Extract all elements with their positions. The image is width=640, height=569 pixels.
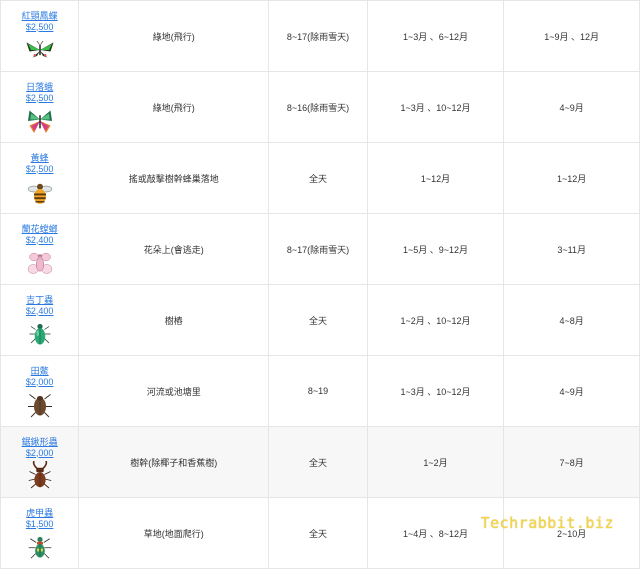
tiger-beetle-icon xyxy=(28,536,51,559)
south-months-cell: 4~8月 xyxy=(503,284,640,356)
table-row: 鋸鍬形蟲 $2,000 樹幹(除椰子和香蕉樹) 全天 1~2月 7~8月 xyxy=(0,426,640,498)
location-cell: 草地(地面爬行) xyxy=(78,497,270,569)
bug-price-link[interactable]: $2,400 xyxy=(1,306,78,317)
table-row: 黃蜂 $2,500 搖或敲擊樹幹蜂巢落地 全天 1~12月 1~12月 xyxy=(0,142,640,214)
location-cell: 花朵上(會逃走) xyxy=(78,213,270,285)
time-cell: 8~17(除雨雪天) xyxy=(268,213,368,285)
time-cell: 8~17(除雨雪天) xyxy=(268,0,368,72)
table-row: 日落蛾 $2,500 綠地(飛行) 8~16(除雨雪天) 1~3月 、10~12… xyxy=(0,71,640,143)
bug-name-link[interactable]: 蘭花螳螂 xyxy=(1,223,78,235)
bug-name-cell: 吉丁蟲 $2,400 xyxy=(0,284,80,356)
bug-price-link[interactable]: $2,000 xyxy=(1,448,78,459)
bug-name-link[interactable]: 田鱉 xyxy=(1,365,78,377)
north-months-cell: 1~5月 、9~12月 xyxy=(366,213,505,285)
bug-name-cell: 黃蜂 $2,500 xyxy=(0,142,80,214)
south-months-cell: 7~8月 xyxy=(503,426,640,498)
bug-table: 紅頸鳳蝶 $2,500 綠地(飛行) 8~17(除雨雪天) 1~3月 、6~12… xyxy=(0,0,640,569)
south-months-cell: 2~10月 xyxy=(503,497,640,569)
table-row: 紅頸鳳蝶 $2,500 綠地(飛行) 8~17(除雨雪天) 1~3月 、6~12… xyxy=(0,0,640,72)
south-months-cell: 4~9月 xyxy=(503,71,640,143)
bug-price-link[interactable]: $2,000 xyxy=(1,377,78,388)
bug-name-link[interactable]: 日落蛾 xyxy=(1,81,78,93)
time-cell: 全天 xyxy=(268,284,368,356)
green-swallowtail-butterfly-icon xyxy=(26,40,54,57)
location-cell: 樹樁 xyxy=(78,284,270,356)
table-row: 蘭花螳螂 $2,400 花朵上(會逃走) 8~17(除雨雪天) 1~5月 、9~… xyxy=(0,213,640,285)
north-months-cell: 1~3月 、10~12月 xyxy=(366,71,505,143)
time-cell: 8~16(除雨雪天) xyxy=(268,71,368,143)
table-row: 吉丁蟲 $2,400 樹樁 全天 1~2月 、10~12月 4~8月 xyxy=(0,284,640,356)
south-months-cell: 1~12月 xyxy=(503,142,640,214)
bug-price-link[interactable]: $2,500 xyxy=(1,164,78,175)
north-months-cell: 1~3月 、6~12月 xyxy=(366,0,505,72)
bug-name-link[interactable]: 紅頸鳳蝶 xyxy=(1,10,78,22)
bug-name-cell: 紅頸鳳蝶 $2,500 xyxy=(0,0,80,72)
bug-name-link[interactable]: 吉丁蟲 xyxy=(1,294,78,306)
sunset-moth-icon xyxy=(27,110,52,133)
table-row: 田鱉 $2,000 河流或池塘里 8~19 1~3月 、10~12月 4~9月 xyxy=(0,355,640,427)
bug-price-link[interactable]: $2,400 xyxy=(1,235,78,246)
bug-name-link[interactable]: 鋸鍬形蟲 xyxy=(1,436,78,448)
north-months-cell: 1~4月 、8~12月 xyxy=(366,497,505,569)
south-months-cell: 1~9月 、12月 xyxy=(503,0,640,72)
south-months-cell: 3~11月 xyxy=(503,213,640,285)
north-months-cell: 1~2月 xyxy=(366,426,505,498)
time-cell: 全天 xyxy=(268,142,368,214)
bug-name-cell: 虎甲蟲 $1,500 xyxy=(0,497,80,569)
north-months-cell: 1~3月 、10~12月 xyxy=(366,355,505,427)
location-cell: 綠地(飛行) xyxy=(78,71,270,143)
bug-name-link[interactable]: 虎甲蟲 xyxy=(1,507,78,519)
time-cell: 8~19 xyxy=(268,355,368,427)
wasp-icon xyxy=(27,183,52,204)
bug-name-cell: 蘭花螳螂 $2,400 xyxy=(0,213,80,285)
watermark-text: Techrabbit.biz xyxy=(480,514,614,532)
bug-price-link[interactable]: $2,500 xyxy=(1,93,78,104)
time-cell: 全天 xyxy=(268,497,368,569)
time-cell: 全天 xyxy=(268,426,368,498)
bug-name-cell: 田鱉 $2,000 xyxy=(0,355,80,427)
orchid-mantis-icon xyxy=(27,252,52,274)
location-cell: 樹幹(除椰子和香蕉樹) xyxy=(78,426,270,498)
bug-price-link[interactable]: $1,500 xyxy=(1,519,78,530)
giant-water-bug-icon xyxy=(27,393,52,417)
north-months-cell: 1~12月 xyxy=(366,142,505,214)
north-months-cell: 1~2月 、10~12月 xyxy=(366,284,505,356)
stag-beetle-icon xyxy=(28,460,52,488)
location-cell: 搖或敲擊樹幹蜂巢落地 xyxy=(78,142,270,214)
bug-name-cell: 日落蛾 $2,500 xyxy=(0,71,80,143)
jewel-beetle-icon xyxy=(29,323,51,344)
bug-price-link[interactable]: $2,500 xyxy=(1,22,78,33)
table-row: 虎甲蟲 $1,500 草地(地面爬行) 全天 1~4月 、8~12月 2~10月 xyxy=(0,497,640,569)
location-cell: 綠地(飛行) xyxy=(78,0,270,72)
bug-name-link[interactable]: 黃蜂 xyxy=(1,152,78,164)
location-cell: 河流或池塘里 xyxy=(78,355,270,427)
south-months-cell: 4~9月 xyxy=(503,355,640,427)
bug-name-cell: 鋸鍬形蟲 $2,000 xyxy=(0,426,80,498)
